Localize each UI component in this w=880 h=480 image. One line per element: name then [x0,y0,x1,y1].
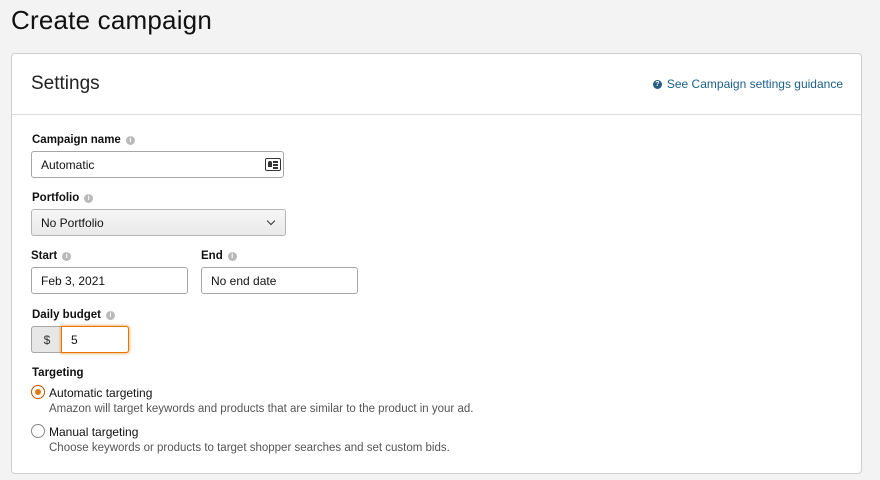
campaign-name-input[interactable]: Automatic [31,151,284,178]
start-label: Start i [31,250,72,262]
manual-targeting-description: Choose keywords or products to target sh… [49,442,450,454]
campaign-name-label: Campaign name i [32,134,135,146]
campaign-guidance-link[interactable]: ? See Campaign settings guidance [652,77,843,91]
settings-card: Settings ? See Campaign settings guidanc… [11,53,862,474]
question-icon: ? [652,79,662,89]
targeting-label: Targeting [32,367,84,379]
daily-budget-value: 5 [71,332,78,347]
info-icon[interactable]: i [106,310,116,320]
daily-budget-input[interactable]: 5 [61,326,129,353]
start-date-value: Feb 3, 2021 [41,273,106,288]
end-date-value: No end date [211,273,277,288]
start-date-input[interactable]: Feb 3, 2021 [31,267,188,294]
automatic-targeting-label[interactable]: Automatic targeting [49,386,152,400]
automatic-targeting-radio[interactable] [31,385,45,399]
daily-budget-label: Daily budget i [32,309,116,321]
portfolio-label-text: Portfolio [32,192,80,204]
info-icon[interactable]: i [125,135,135,145]
portfolio-label: Portfolio i [32,192,94,204]
end-label: End i [201,250,237,262]
manual-targeting-radio[interactable] [31,424,45,438]
end-date-input[interactable]: No end date [201,267,358,294]
daily-budget-label-text: Daily budget [32,309,102,321]
info-icon[interactable]: i [227,251,237,261]
portfolio-select[interactable]: No Portfolio [31,209,286,236]
automatic-targeting-description: Amazon will target keywords and products… [49,403,474,415]
campaign-name-label-text: Campaign name [32,134,121,146]
page-title: Create campaign [11,5,212,35]
info-icon[interactable]: i [62,251,72,261]
chevron-down-icon [266,216,276,226]
guidance-link-text: See Campaign settings guidance [666,77,843,91]
info-icon[interactable]: i [84,193,94,203]
start-label-text: Start [31,250,58,262]
currency-prefix: $ [31,326,62,353]
targeting-label-text: Targeting [32,367,84,379]
portfolio-selected-value: No Portfolio [41,215,104,230]
end-label-text: End [201,250,223,262]
manual-targeting-label[interactable]: Manual targeting [49,425,138,439]
settings-header: Settings ? See Campaign settings guidanc… [12,54,861,115]
contact-card-icon[interactable] [265,158,281,171]
campaign-name-value: Automatic [41,157,95,172]
settings-title: Settings [31,73,100,94]
